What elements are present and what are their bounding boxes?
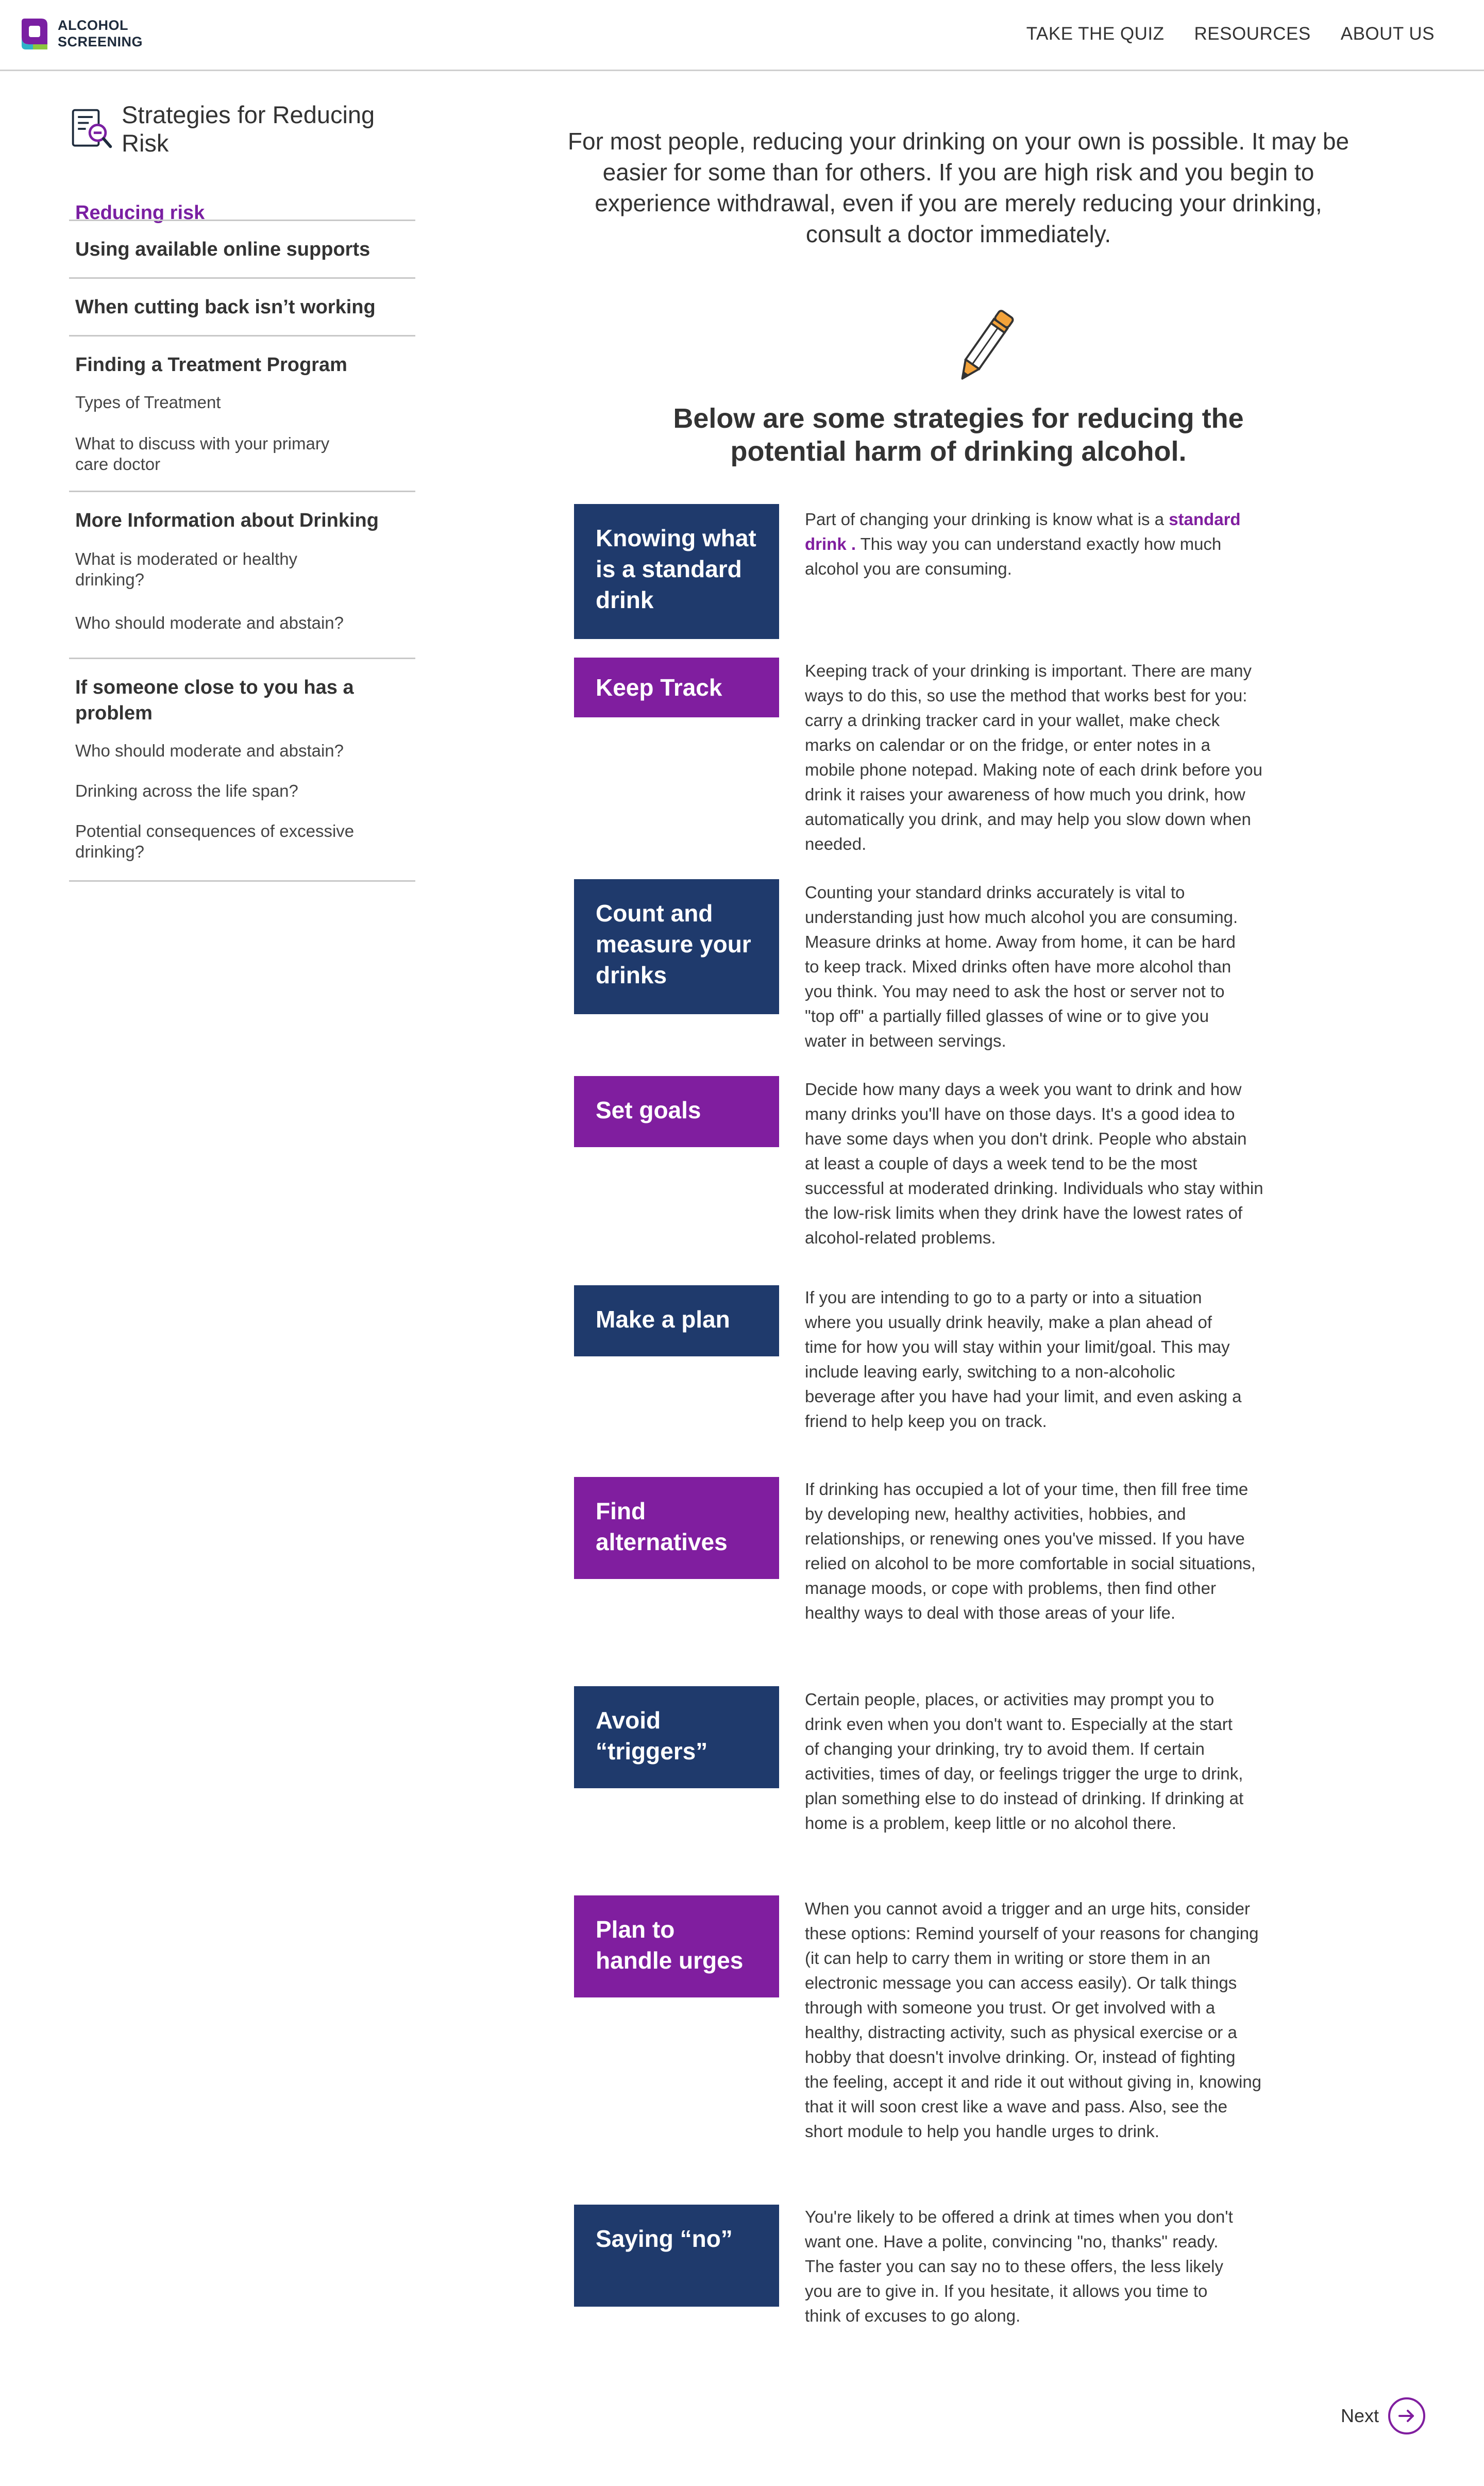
strategy-text-find-alternatives: If drinking has occupied a lot of your t… (805, 1480, 1256, 1622)
sidebar-divider-end (69, 880, 415, 882)
sidebar-title: Strategies for Reducing Risk (122, 101, 375, 157)
sidebar-subitem-life-span[interactable]: Drinking across the life span? (69, 781, 389, 801)
sidebar-item-someone-close[interactable]: If someone close to you has a problem (69, 675, 378, 726)
strategy-label-avoid-triggers: Avoid “triggers” (574, 1686, 779, 1788)
nav-about-us[interactable]: ABOUT US (1341, 23, 1435, 45)
strategy-text-avoid-triggers: Certain people, places, or activities ma… (805, 1690, 1244, 1833)
strategy-label-standard-drink: Knowing what is a standard drink (574, 504, 779, 639)
sidebar-subitem-moderate-abstain-2[interactable]: Who should moderate and abstain? (69, 741, 389, 761)
sidebar-subitem-consequences[interactable]: Potential consequences of excessive drin… (69, 821, 368, 862)
strategy-text-make-plan: If you are intending to go to a party or… (805, 1288, 1242, 1431)
logo-line-1: ALCOHOL (58, 18, 128, 33)
sidebar-item-treatment-program[interactable]: Finding a Treatment Program (69, 352, 353, 378)
sidebar-item-cutting-back[interactable]: When cutting back isn’t working (69, 294, 382, 320)
strategy-text-standard-drink-1: Part of changing your drinking is know w… (805, 510, 1169, 529)
sidebar-section-more-info: More Information about Drinking What is … (69, 491, 415, 658)
sidebar-item-more-info[interactable]: More Information about Drinking (69, 508, 385, 533)
strategy-label-handle-urges: Plan to handle urges (574, 1895, 779, 1997)
pencil-icon (961, 310, 1014, 380)
sidebar-section-someone-close: If someone close to you has a problem Wh… (69, 658, 415, 880)
checklist-magnifier-icon (72, 109, 112, 148)
strategy-text-saying-no: You're likely to be offered a drink at t… (805, 2207, 1233, 2325)
strategy-text-count-measure: Counting your standard drinks accurately… (805, 883, 1238, 1050)
strategy-text-set-goals: Decide how many days a week you want to … (805, 1080, 1263, 1247)
next-label[interactable]: Next (1341, 2405, 1379, 2427)
site-header: ALCOHOL SCREENING TAKE THE QUIZ RESOURCE… (0, 0, 1484, 71)
sidebar-subitem-moderated-drinking[interactable]: What is moderated or healthy drinking? (69, 549, 337, 590)
next-navigation[interactable]: Next (1341, 2397, 1425, 2434)
strategies-heading: Below are some strategies for reducing t… (673, 403, 1244, 467)
sidebar-header: Strategies for Reducing Risk (69, 101, 415, 157)
strategy-label-make-plan: Make a plan (574, 1285, 779, 1356)
strategy-label-set-goals: Set goals (574, 1076, 779, 1147)
strategy-text-standard-drink-2: This way you can understand exactly how … (805, 534, 1222, 578)
strategy-text-handle-urges: When you cannot avoid a trigger and an u… (805, 1899, 1262, 2141)
intro-text: For most people, reducing your drinking … (567, 128, 1350, 247)
sidebar: Strategies for Reducing Risk Reducing ri… (69, 101, 415, 884)
sidebar-subitem-primary-care[interactable]: What to discuss with your primary care d… (69, 433, 358, 475)
main-nav: TAKE THE QUIZ RESOURCES ABOUT US (997, 23, 1435, 45)
sidebar-section-treatment: Finding a Treatment Program Types of Tre… (69, 335, 415, 491)
strategy-text-keep-track: Keeping track of your drinking is import… (805, 661, 1262, 853)
logo-line-2: SCREENING (58, 34, 143, 49)
nav-take-the-quiz[interactable]: TAKE THE QUIZ (1026, 23, 1165, 45)
logo-text: ALCOHOL SCREENING (58, 17, 143, 50)
sidebar-subitem-moderate-abstain[interactable]: Who should moderate and abstain? (69, 613, 389, 633)
arrow-right-icon (1398, 2410, 1414, 2422)
strategy-label-keep-track: Keep Track (574, 658, 779, 717)
strategy-text-standard-drink: Part of changing your drinking is know w… (805, 507, 1258, 581)
logo-mark (22, 19, 47, 49)
sidebar-subitem-types-of-treatment[interactable]: Types of Treatment (69, 392, 378, 413)
strategy-label-find-alternatives: Find alternatives (574, 1477, 779, 1579)
strategy-label-count-measure: Count and measure your drinks (574, 879, 779, 1014)
next-button[interactable] (1388, 2397, 1425, 2434)
sidebar-item-online-supports[interactable]: Using available online supports (69, 237, 376, 262)
strategy-label-saying-no: Saying “no” (574, 2205, 779, 2307)
nav-resources[interactable]: RESOURCES (1194, 23, 1311, 45)
sidebar-section-online-supports: Using available online supports (69, 220, 415, 277)
site-logo[interactable]: ALCOHOL SCREENING (19, 16, 143, 51)
sidebar-section-cutting-back: When cutting back isn’t working (69, 277, 415, 335)
